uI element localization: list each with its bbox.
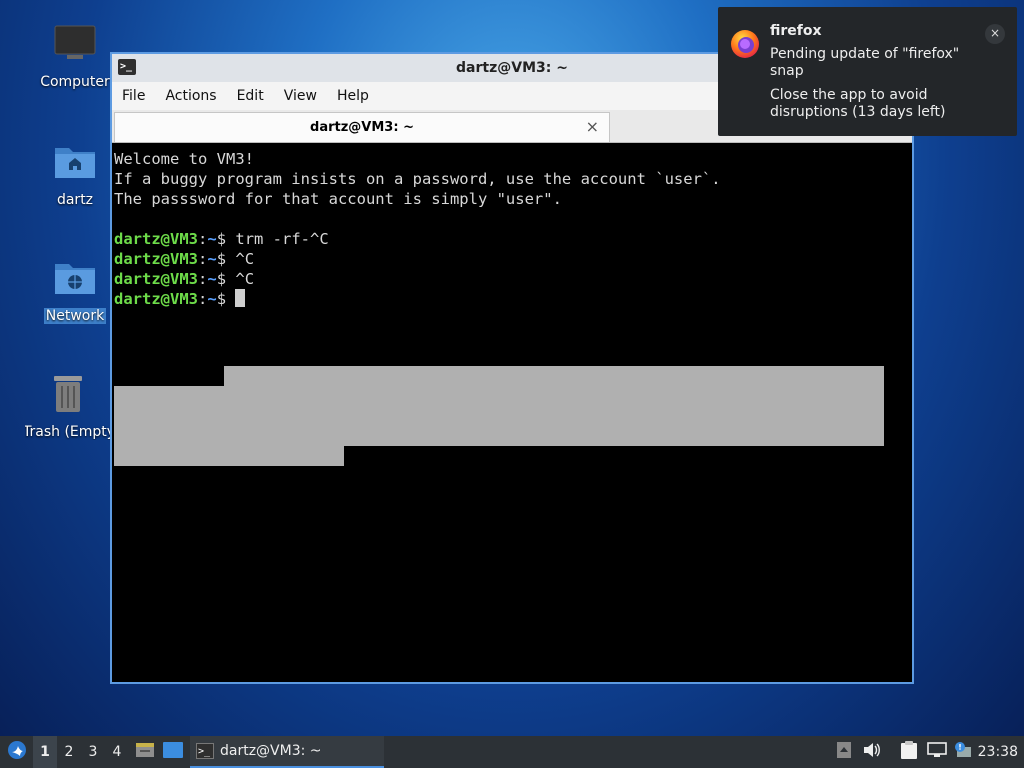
- tray-expand-icon: [837, 742, 851, 762]
- command-text: trm -rf-^C: [235, 230, 329, 248]
- workspace-3[interactable]: 3: [81, 736, 105, 768]
- text-cursor: [235, 289, 246, 307]
- workspace-1[interactable]: 1: [33, 736, 57, 768]
- terminal-line-empty: [114, 209, 910, 229]
- desktop-icon-trash[interactable]: Trash (Empty): [25, 374, 111, 440]
- command-text: ^C: [235, 250, 255, 268]
- notification-popup[interactable]: firefox Pending update of "firefox" snap…: [718, 7, 1017, 136]
- desktop-icon-label: dartz: [56, 192, 94, 208]
- terminal-prompt-line: dartz@VM3:~$ ^C: [114, 249, 910, 269]
- tab-label: dartz@VM3: ~: [310, 120, 414, 135]
- desktop-icon-label: Computer: [40, 74, 110, 90]
- desktop-icon-label: Trash (Empty): [25, 424, 111, 440]
- prompt-user: dartz@VM3: [114, 270, 198, 288]
- file-manager-icon: [135, 741, 155, 763]
- volume-control[interactable]: [862, 736, 882, 768]
- terminal-line: The passsword for that account is simply…: [114, 190, 562, 208]
- selection-block: [114, 446, 344, 466]
- notification-message: Pending update of "firefox" snap: [770, 46, 960, 79]
- menu-file[interactable]: File: [112, 88, 155, 104]
- task-label: dartz@VM3: ~: [220, 743, 322, 759]
- terminal-prompt-line: dartz@VM3:~$ ^C: [114, 269, 910, 289]
- command-text: ^C: [235, 270, 255, 288]
- terminal-window[interactable]: >_ dartz@VM3: ~ File Actions Edit View H…: [110, 52, 914, 684]
- prompt-separator: :: [198, 290, 208, 308]
- network-applet[interactable]: [926, 736, 948, 768]
- terminal-icon: >_: [196, 743, 214, 759]
- menu-view[interactable]: View: [274, 88, 327, 104]
- desktop-icon-label: Network: [43, 308, 107, 324]
- prompt-separator: :: [198, 270, 208, 288]
- update-notifier-icon: [953, 741, 973, 763]
- tab-terminal[interactable]: dartz@VM3: ~ ×: [114, 112, 610, 142]
- prompt-user: dartz@VM3: [114, 230, 198, 248]
- taskbar: 1 2 3 4 >_ dartz@VM3: ~ 23:38: [0, 736, 1024, 768]
- prompt-end: $: [216, 290, 236, 308]
- desktop-icon: [163, 742, 183, 762]
- taskbar-task-terminal[interactable]: >_ dartz@VM3: ~: [190, 736, 384, 768]
- start-menu-button[interactable]: [4, 736, 30, 768]
- terminal-prompt-line: dartz@VM3:~$: [114, 289, 910, 309]
- terminal-prompt-line: dartz@VM3:~$ trm -rf-^C: [114, 229, 910, 249]
- terminal-line: If a buggy program insists on a password…: [114, 170, 721, 188]
- notification-title: firefox: [770, 23, 822, 39]
- menu-edit[interactable]: Edit: [227, 88, 274, 104]
- selection-block: [114, 386, 884, 446]
- prompt-separator: :: [198, 250, 208, 268]
- app-menu-icon: [7, 740, 27, 764]
- prompt-path: ~: [207, 290, 217, 308]
- window-title: dartz@VM3: ~: [456, 60, 568, 76]
- volume-icon: [863, 742, 881, 762]
- prompt-path: ~: [207, 230, 217, 248]
- terminal-line: Welcome to VM3!: [114, 150, 254, 168]
- prompt-user: dartz@VM3: [114, 290, 198, 308]
- updates-applet[interactable]: [952, 736, 974, 768]
- terminal-icon: >_: [118, 59, 136, 75]
- notification-detail: Close the app to avoid disruptions (13 d…: [770, 87, 946, 120]
- file-manager-launcher[interactable]: [134, 736, 156, 768]
- prompt-end: $: [216, 230, 236, 248]
- workspace-4[interactable]: 4: [105, 736, 129, 768]
- show-desktop-button[interactable]: [162, 736, 184, 768]
- menu-actions[interactable]: Actions: [155, 88, 226, 104]
- prompt-path: ~: [207, 270, 217, 288]
- clipboard-applet[interactable]: [898, 736, 920, 768]
- trash-icon: [25, 374, 111, 418]
- clock[interactable]: 23:38: [978, 736, 1018, 768]
- menu-help[interactable]: Help: [327, 88, 379, 104]
- terminal-output[interactable]: Welcome to VM3! If a buggy program insis…: [114, 146, 910, 680]
- tray-arrow[interactable]: [836, 736, 852, 768]
- close-tab-icon[interactable]: ×: [586, 117, 599, 136]
- clipboard-icon: [900, 740, 918, 764]
- prompt-path: ~: [207, 250, 217, 268]
- workspace-2[interactable]: 2: [57, 736, 81, 768]
- firefox-icon: [730, 29, 760, 63]
- network-icon: [927, 742, 947, 762]
- prompt-separator: :: [198, 230, 208, 248]
- prompt-end: $: [216, 250, 236, 268]
- selection-block: [224, 366, 884, 386]
- close-notification-button[interactable]: ×: [985, 24, 1005, 44]
- prompt-user: dartz@VM3: [114, 250, 198, 268]
- prompt-end: $: [216, 270, 236, 288]
